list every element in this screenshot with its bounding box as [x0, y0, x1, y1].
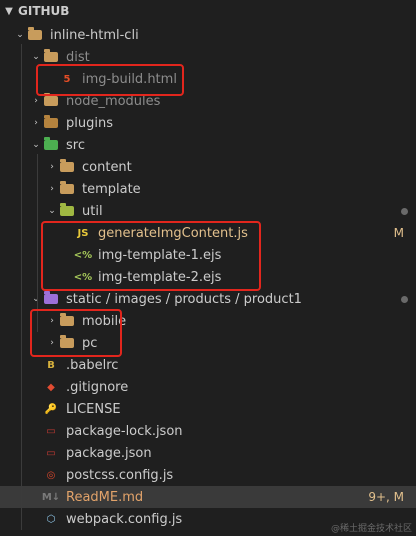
section-title: GITHUB — [18, 4, 70, 18]
folder-shape — [60, 181, 74, 194]
tree-item-label: ReadME.md — [66, 489, 144, 505]
explorer-section-header[interactable]: ▼ GITHUB — [0, 0, 416, 22]
tree-file-item[interactable]: 🔑 LICENSE — [0, 398, 416, 420]
git-status-badge: M — [393, 226, 404, 240]
tree-item-label: .gitignore — [66, 379, 129, 395]
folder-open-icon — [26, 27, 44, 42]
folder-shape — [44, 137, 58, 150]
npm-icon: ▭ — [46, 447, 56, 459]
chevron-down-icon[interactable]: ⌄ — [30, 294, 42, 304]
chevron-down-icon[interactable]: ⌄ — [14, 30, 26, 40]
folder-shape — [44, 115, 58, 128]
highlight-box-mobile-pc — [30, 309, 122, 357]
watermark: @稀土掘金技术社区 — [330, 524, 412, 534]
chevron-down-icon[interactable]: ⌄ — [30, 140, 42, 150]
tree-folder-item[interactable]: ⌄ src — [0, 134, 416, 156]
tree-item-label: inline-html-cli — [50, 27, 139, 43]
chevron-down-icon: ▼ — [5, 5, 13, 17]
folder-icon — [58, 159, 76, 174]
src-folder-icon — [42, 137, 60, 152]
status-dot — [401, 295, 408, 303]
chevron-right-icon[interactable]: › — [46, 184, 58, 194]
indent-guide — [21, 44, 22, 530]
tree-item-label: package-lock.json — [66, 423, 183, 439]
tree-item-label: content — [82, 159, 132, 175]
chevron-right-icon[interactable]: › — [30, 96, 42, 106]
tree-folder-item[interactable]: ⌄ inline-html-cli — [0, 24, 416, 46]
webpack-icon: ⬡ — [46, 513, 56, 525]
tree-folder-item[interactable]: ⌄ static / images / products / product1 — [0, 288, 416, 310]
folder-icon — [58, 181, 76, 196]
tree-folder-item[interactable]: › template — [0, 178, 416, 200]
highlight-box-util-files — [41, 221, 261, 291]
tree-item-label: package.json — [66, 445, 152, 461]
tree-item-label: static / images / products / product1 — [66, 291, 302, 307]
folder-shape — [44, 291, 58, 304]
markdown-icon: M↓ — [41, 491, 61, 503]
tree-item-label: template — [82, 181, 141, 197]
folder-shape — [60, 203, 74, 216]
folder-open-icon — [42, 49, 60, 64]
git-status-badge: 9+, M — [368, 490, 404, 504]
tree-folder-item[interactable]: › content — [0, 156, 416, 178]
folder-shape — [60, 159, 74, 172]
tree-item-label: plugins — [66, 115, 113, 131]
babel-icon: B — [47, 359, 55, 371]
folder-shape — [44, 49, 58, 62]
npm-icon: ▭ — [46, 425, 56, 437]
chevron-right-icon[interactable]: › — [46, 162, 58, 172]
tree-item-label: postcss.config.js — [66, 467, 174, 483]
tree-file-item[interactable]: ◎ postcss.config.js — [0, 464, 416, 486]
chevron-down-icon[interactable]: ⌄ — [30, 52, 42, 62]
tree-file-item[interactable]: ◆ .gitignore — [0, 376, 416, 398]
git-icon: ◆ — [47, 381, 55, 393]
postcss-icon: ◎ — [46, 469, 56, 481]
tree-item-label: webpack.config.js — [66, 511, 183, 527]
chevron-down-icon[interactable]: ⌄ — [46, 206, 58, 216]
chevron-right-icon[interactable]: › — [30, 118, 42, 128]
tree-item-label: src — [66, 137, 85, 153]
plugins-folder-icon — [42, 115, 60, 130]
tree-file-item[interactable]: ▭ package-lock.json — [0, 420, 416, 442]
tree-file-item[interactable]: M↓ ReadME.md 9+, M — [0, 486, 416, 508]
tree-file-item[interactable]: B .babelrc — [0, 354, 416, 376]
tree-folder-item[interactable]: › plugins — [0, 112, 416, 134]
license-icon: 🔑 — [44, 403, 58, 415]
highlight-box-img-build — [36, 64, 184, 96]
indent-guide — [37, 154, 38, 332]
status-dot — [401, 207, 408, 215]
tree-item-label: .babelrc — [66, 357, 119, 373]
folder-shape — [44, 93, 58, 106]
folder-shape — [28, 27, 42, 40]
folder-icon — [42, 93, 60, 108]
tree-item-label: dist — [66, 49, 90, 65]
folder-open-icon — [42, 291, 60, 306]
tree-item-label: LICENSE — [66, 401, 121, 417]
tree-file-item[interactable]: ▭ package.json — [0, 442, 416, 464]
tree-folder-item[interactable]: ⌄ util — [0, 200, 416, 222]
util-folder-icon — [58, 203, 76, 218]
tree-item-label: util — [82, 203, 103, 219]
